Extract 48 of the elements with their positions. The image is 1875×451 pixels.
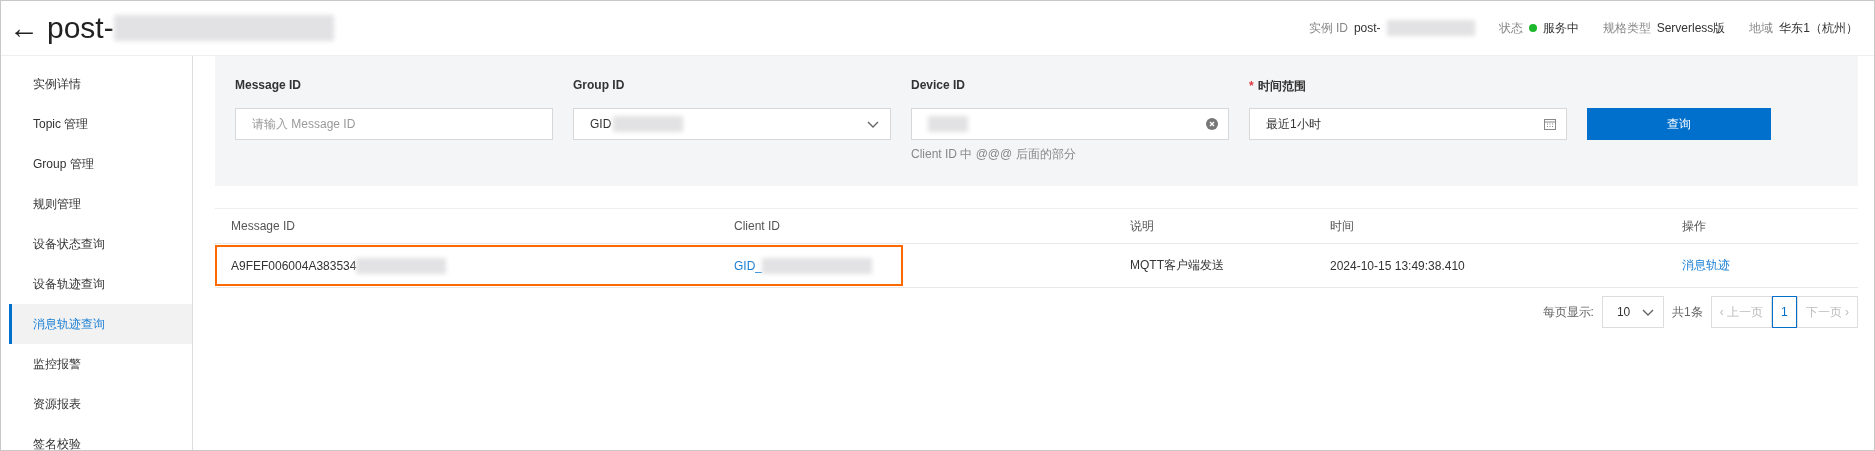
meta-value: 华东1（杭州） xyxy=(1779,19,1858,37)
field-label: Group ID xyxy=(573,78,625,92)
table-cell: A9FEF006004A383534 xyxy=(231,258,357,273)
redacted-block xyxy=(928,116,968,132)
redacted-block xyxy=(613,116,684,132)
query-button[interactable]: 查询 xyxy=(1587,108,1771,140)
meta-label: 状态 xyxy=(1498,19,1523,37)
per-page-label: 每页显示: xyxy=(1542,303,1594,321)
sidebar-item[interactable]: 规则管理 xyxy=(9,184,192,224)
meta-value: post- xyxy=(1353,21,1381,35)
sidebar-item[interactable]: Group 管理 xyxy=(9,144,192,184)
column-header: 时间 xyxy=(1330,217,1355,235)
sidebar-item[interactable]: 消息轨迹查询 xyxy=(9,304,192,344)
sidebar-item[interactable]: 设备轨迹查询 xyxy=(9,264,192,304)
date-field[interactable]: 最近1小时 xyxy=(1249,108,1567,140)
meta-label: 地域 xyxy=(1749,19,1774,37)
page-button[interactable]: 1 xyxy=(1771,296,1797,328)
column-header: 说明 xyxy=(1130,217,1155,235)
field-label: 时间范围 xyxy=(1257,79,1306,93)
table-cell-text: 2024-10-15 13:49:38.410 xyxy=(1330,258,1466,273)
column-header: Client ID xyxy=(734,219,781,233)
table-cell-text: MQTT客户端发送 xyxy=(1130,257,1225,274)
sidebar-item[interactable]: Topic 管理 xyxy=(9,104,192,144)
field-hint: Client ID 中 @@@ 后面的部分 xyxy=(911,146,1077,163)
clear-icon[interactable] xyxy=(1206,118,1218,130)
meta-value: Serverless版 xyxy=(1656,19,1726,37)
select-field[interactable]: GID xyxy=(573,108,891,140)
meta-value: 服务中 xyxy=(1542,19,1579,37)
per-page-select[interactable]: 10 xyxy=(1601,296,1664,328)
meta-label: 规格类型 xyxy=(1602,19,1651,37)
sidebar-item[interactable]: 资源报表 xyxy=(9,384,192,424)
input-field[interactable] xyxy=(911,108,1229,140)
sidebar-item[interactable]: 设备状态查询 xyxy=(9,224,192,264)
total-count: 共1条 xyxy=(1671,303,1703,321)
sidebar-item[interactable]: 签名校验 xyxy=(9,424,192,450)
trace-link[interactable]: 消息轨迹 xyxy=(1682,257,1730,274)
column-header: 操作 xyxy=(1682,217,1707,235)
field-label: Message ID xyxy=(235,78,302,92)
instance-title: post- xyxy=(47,11,114,45)
client-id-link[interactable]: GID_ xyxy=(734,258,762,273)
meta-label: 实例 ID xyxy=(1308,19,1348,37)
required-mark: * xyxy=(1249,79,1254,93)
back-arrow[interactable]: ← xyxy=(9,11,39,45)
sidebar-item[interactable]: 实例详情 xyxy=(9,64,192,104)
calendar-icon[interactable] xyxy=(1544,118,1556,130)
field-label: Device ID xyxy=(911,78,966,92)
sidebar-item[interactable]: 监控报警 xyxy=(9,344,192,384)
column-header: Message ID xyxy=(231,219,297,233)
